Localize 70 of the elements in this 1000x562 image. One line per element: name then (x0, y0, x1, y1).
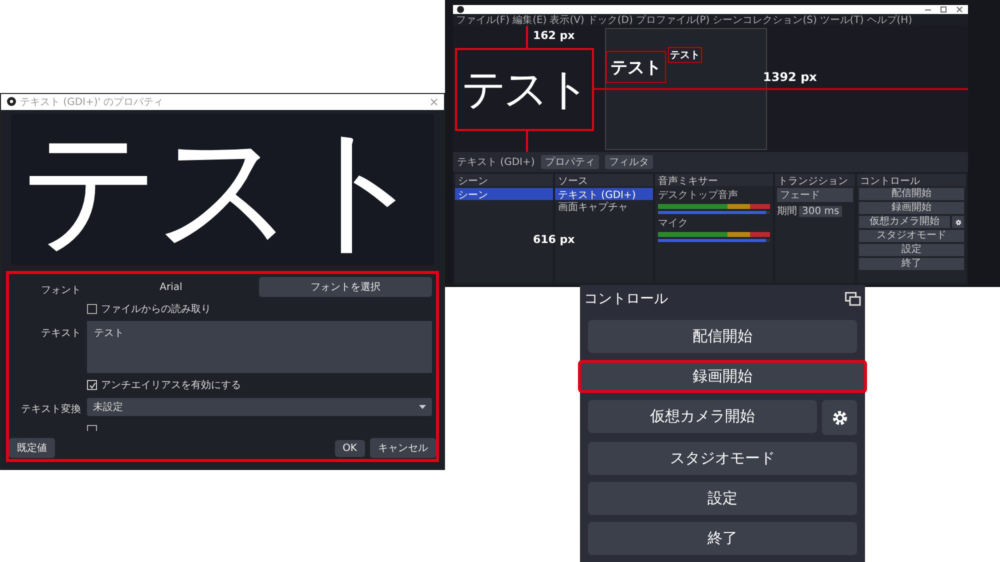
measure-line (526, 26, 528, 48)
app-logo-icon (7, 97, 16, 106)
duration-field[interactable]: 300 ms (799, 206, 842, 216)
dock-title: ソース (558, 176, 588, 187)
menu-item[interactable]: 表示(V) (550, 13, 584, 27)
menu-item[interactable]: ツール(T) (820, 13, 864, 27)
defaults-button[interactable]: 既定値 (9, 438, 55, 458)
dock-title: トランジション (778, 176, 848, 187)
list-item[interactable]: 画面キャプチャ (555, 200, 653, 212)
control-button[interactable]: 配信開始 (588, 320, 857, 353)
close-icon (430, 98, 438, 106)
channel-name: デスクトップ音声 (658, 188, 739, 202)
window-title: テキスト (GDI+)' のプロパティ (20, 96, 165, 109)
gear-icon (954, 218, 962, 226)
nested-text-source: テスト (668, 47, 702, 63)
control-button[interactable]: 設定 (588, 482, 857, 515)
dropdown[interactable]: 未設定 (87, 398, 432, 416)
measure-label: 616 px (533, 233, 575, 246)
nested-text-source: テスト (606, 51, 666, 83)
ok-button[interactable]: OK (334, 440, 365, 456)
list-item[interactable]: テキスト (GDI+) (555, 188, 653, 200)
control-button[interactable]: 仮想カメラ開始 (859, 216, 950, 228)
settings-button[interactable] (952, 216, 964, 228)
control-button[interactable]: 終了 (588, 522, 857, 555)
control-button[interactable]: 配信開始 (859, 188, 964, 200)
field-label: フォント (41, 284, 81, 296)
control-button[interactable]: 録画開始 (859, 202, 964, 214)
menu-item[interactable]: 編集(E) (512, 13, 547, 27)
settings-button[interactable] (822, 400, 857, 435)
cancel-button[interactable]: キャンセル (370, 438, 436, 458)
panel-title: コントロール (584, 290, 668, 308)
text-input-field[interactable]: テスト (87, 321, 432, 373)
dock-title: シーン (458, 176, 488, 187)
toolbar-button[interactable]: フィルタ (604, 155, 653, 169)
control-button[interactable]: スタジオモード (859, 230, 964, 242)
window-controls-icon (924, 6, 964, 13)
control-button[interactable]: 設定 (859, 244, 964, 256)
checkbox[interactable] (87, 425, 97, 431)
checkbox-option[interactable]: アンチエイリアスを有効にする (87, 378, 241, 392)
field-label: 期間 (777, 204, 797, 218)
control-button[interactable]: 録画開始 (578, 360, 867, 393)
undock-icon (845, 292, 861, 306)
dock-title: コントロール (860, 176, 920, 187)
measure-label: 162 px (533, 29, 575, 42)
menu-item[interactable]: ドック(D) (587, 13, 633, 27)
toolbar-button[interactable]: プロパティ (540, 155, 599, 169)
measure-line (526, 131, 528, 152)
preview-text: テスト (20, 120, 425, 258)
menu-item[interactable]: ファイル(F) (456, 13, 510, 27)
field-label: テキスト (41, 328, 81, 339)
checkbox-option[interactable]: ファイルからの読み取り (87, 302, 211, 316)
dropdown-arrow-icon (419, 404, 426, 408)
selected-text-source[interactable]: テスト (455, 48, 594, 131)
menu-item[interactable]: シーンコレクション(S) (712, 13, 817, 27)
control-button[interactable]: 仮想カメラ開始 (588, 400, 817, 433)
measure-label: 1392 px (763, 70, 817, 84)
checkmark-icon (88, 382, 96, 388)
font-name: Arial (158, 282, 184, 292)
field-label: テキスト変換 (21, 404, 81, 415)
source-name: テキスト (GDI+) (457, 156, 535, 168)
menu-item[interactable]: ヘルプ(H) (866, 13, 912, 27)
transition-dropdown[interactable]: フェード (777, 188, 853, 202)
gear-icon (830, 408, 848, 426)
control-button[interactable]: スタジオモード (588, 442, 857, 475)
menu-item[interactable]: プロファイル(P) (636, 13, 710, 27)
select-font-button[interactable]: フォントを選択 (259, 277, 432, 297)
dock-title: 音声ミキサー (658, 176, 718, 187)
control-button[interactable]: 終了 (859, 258, 964, 270)
list-item[interactable]: シーン (455, 188, 553, 200)
channel-name: マイク (658, 217, 689, 230)
